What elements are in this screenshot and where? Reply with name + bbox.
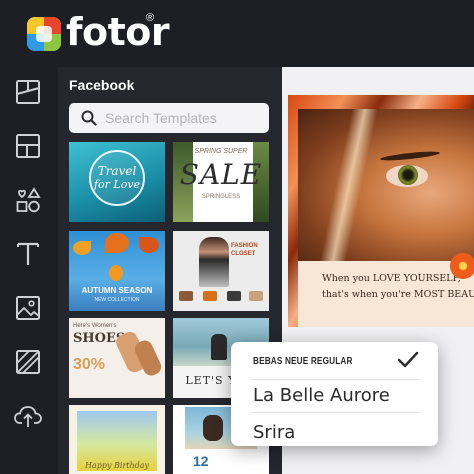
template-card-autumn[interactable]: AUTUMN SEASON NEW COLLECTION <box>69 231 165 311</box>
light-streak <box>319 109 379 261</box>
grid-icon <box>16 134 40 158</box>
eyebrow <box>379 149 441 163</box>
template-text: SPRING SUPER <box>194 148 248 155</box>
flower-sticker[interactable] <box>450 253 474 279</box>
model-photo <box>199 237 229 287</box>
template-text: SPRINGLESS <box>201 194 241 200</box>
rail-item-layout[interactable] <box>13 77 43 107</box>
quote-line-1[interactable]: When you LOVE YOURSELF, <box>322 273 461 284</box>
quote-line-2[interactable]: that's when you're MOST BEAUTIFUL <box>322 289 474 300</box>
product-thumb <box>249 291 263 301</box>
rail-item-templates[interactable] <box>13 131 43 161</box>
search-box <box>69 103 269 133</box>
app-header: fotor ® <box>0 0 474 67</box>
person-figure <box>203 415 223 441</box>
template-card-birthday[interactable]: Happy Birthday <box>69 405 165 474</box>
registered-mark: ® <box>146 12 155 24</box>
template-text: Happy Birthday <box>84 461 150 470</box>
product-thumb <box>179 291 193 301</box>
font-dropdown: BEBAS NEUE REGULAR La Belle Aurore Srira <box>231 342 438 446</box>
template-text: SALE <box>179 158 263 191</box>
template-text: 12 <box>193 453 209 469</box>
menu-divider <box>251 412 419 413</box>
template-card-sale[interactable]: SPRING SUPER SALE SPRINGLESS <box>173 142 269 222</box>
leaf-decoration <box>105 233 129 253</box>
rail-item-background[interactable] <box>13 347 43 377</box>
template-card-travel[interactable]: Travel for Love <box>69 142 165 222</box>
menu-divider <box>251 379 419 380</box>
rail-item-photos[interactable] <box>13 293 43 323</box>
cloud-upload-icon <box>14 406 42 427</box>
text-icon <box>17 242 39 265</box>
leaf-decoration <box>73 241 91 255</box>
hiker-figure <box>211 334 227 360</box>
template-text: FASHION <box>231 243 258 249</box>
template-text: AUTUMN SEASON <box>81 286 153 295</box>
background-icon <box>16 350 40 374</box>
font-option-bebas-neue[interactable]: BEBAS NEUE REGULAR <box>253 356 353 367</box>
checkmark-icon <box>397 351 419 368</box>
shapes-icon <box>16 187 41 213</box>
leaf-decoration <box>139 237 159 253</box>
font-option-srira[interactable]: Srira <box>253 422 295 443</box>
template-card-fashion[interactable]: FASHION CLOSET <box>173 231 269 311</box>
eye-iris <box>398 165 418 185</box>
rail-item-uploads[interactable] <box>13 401 43 431</box>
layout-icon <box>16 80 40 104</box>
search-icon <box>81 110 97 126</box>
template-text: Travel <box>97 164 137 178</box>
template-text: 30% <box>73 356 106 373</box>
product-thumb <box>203 291 217 301</box>
image-icon <box>16 296 40 320</box>
template-card-shoes[interactable]: Here's Women's SHOES! 30% <box>69 318 165 398</box>
template-text: CLOSET <box>231 251 256 257</box>
search-input[interactable] <box>105 103 265 133</box>
template-text: for Love <box>93 178 141 191</box>
quote-card[interactable]: When you LOVE YOURSELF, that's when you'… <box>298 253 474 327</box>
template-text: Here's Women's <box>73 323 117 329</box>
panel-title: Facebook <box>69 77 135 93</box>
fotor-logo-icon <box>27 17 61 51</box>
portrait-photo[interactable] <box>298 109 474 261</box>
rail-item-text[interactable] <box>13 239 43 269</box>
design-artboard[interactable]: When you LOVE YOURSELF, that's when you'… <box>288 95 474 327</box>
leaf-decoration <box>109 265 123 281</box>
product-thumb <box>227 291 241 301</box>
rail-item-elements[interactable] <box>13 185 43 215</box>
template-text: NEW COLLECTION <box>94 297 140 303</box>
font-option-la-belle-aurore[interactable]: La Belle Aurore <box>253 385 390 406</box>
left-toolbar <box>0 67 58 474</box>
